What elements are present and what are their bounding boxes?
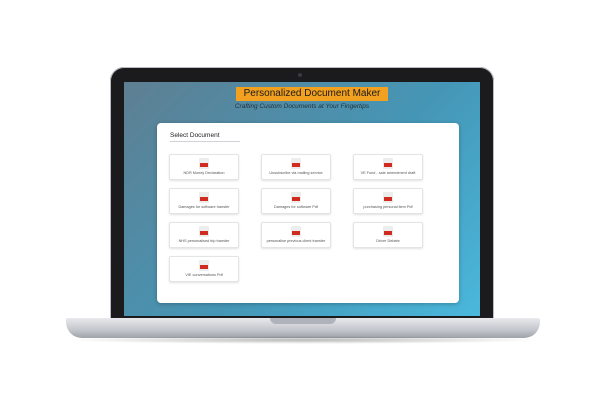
pdf-file-icon: [199, 226, 209, 237]
pdf-file-icon: [383, 158, 393, 169]
laptop-base: [66, 318, 540, 338]
document-label: VIE conversations Pdf: [185, 273, 223, 277]
pdf-file-icon: [383, 226, 393, 237]
document-panel: Select Document NDR Money Declaration Un…: [157, 123, 459, 303]
laptop-shadow: [62, 336, 544, 344]
camera-icon: [298, 73, 302, 77]
pdf-file-icon: [291, 226, 301, 237]
laptop-lid: Personalized Document Maker Crafting Cus…: [110, 67, 494, 331]
document-card[interactable]: purchasing personal item Pdf: [353, 188, 423, 214]
document-card[interactable]: VIE conversations Pdf: [169, 256, 239, 282]
document-label: NDR Money Declaration: [183, 171, 225, 175]
page-title: Personalized Document Maker: [236, 87, 388, 101]
pdf-file-icon: [291, 158, 301, 169]
document-label: Driver Debate: [376, 239, 400, 243]
document-card[interactable]: Driver Debate: [353, 222, 423, 248]
document-label: personalise previous client transfer: [266, 239, 326, 243]
document-card[interactable]: Damages for software Pdf: [261, 188, 331, 214]
pdf-file-icon: [199, 192, 209, 203]
document-label: Unsubscribe via mailing service: [269, 171, 323, 175]
document-label: VE Fund - sale amendment draft: [360, 171, 416, 175]
laptop-screen: Personalized Document Maker Crafting Cus…: [124, 82, 480, 316]
pdf-file-icon: [383, 192, 393, 203]
document-card[interactable]: Unsubscribe via mailing service: [261, 154, 331, 180]
document-label: Damages for software transfer: [178, 205, 230, 209]
document-label: purchasing personal item Pdf: [363, 205, 413, 209]
pdf-file-icon: [291, 192, 301, 203]
document-card[interactable]: NHS personalised trip transfer: [169, 222, 239, 248]
document-card[interactable]: VE Fund - sale amendment draft: [353, 154, 423, 180]
document-card[interactable]: Damages for software transfer: [169, 188, 239, 214]
pdf-file-icon: [199, 158, 209, 169]
document-label: NHS personalised trip transfer: [178, 239, 230, 243]
pdf-file-icon: [199, 260, 209, 271]
document-card[interactable]: personalise previous client transfer: [261, 222, 331, 248]
select-document-label: Select Document: [170, 131, 240, 142]
document-label: Damages for software Pdf: [274, 205, 318, 209]
page-subtitle: Crafting Custom Documents at Your Finger…: [234, 103, 370, 110]
document-card[interactable]: NDR Money Declaration: [169, 154, 239, 180]
laptop-notch: [270, 318, 336, 324]
